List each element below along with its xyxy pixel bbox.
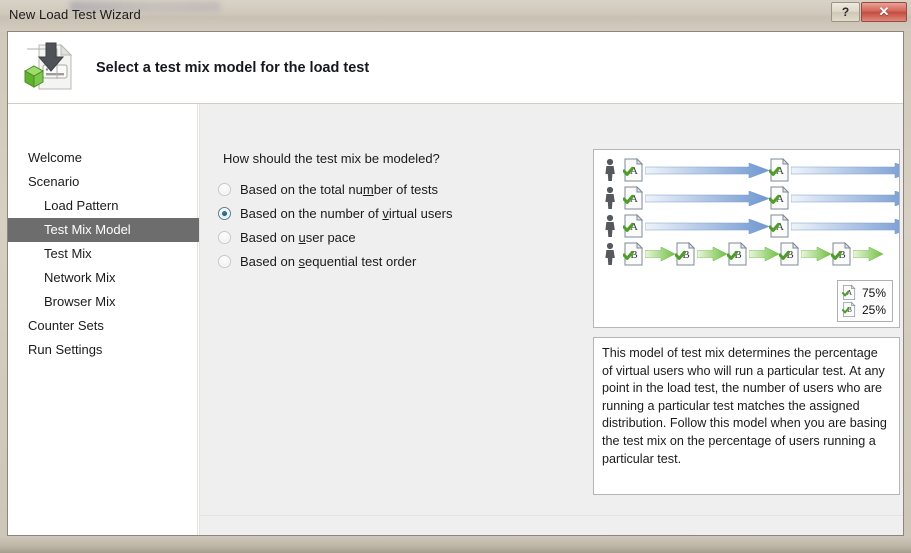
illustration-row-a-1: A A (594, 156, 899, 184)
dialog-client: Select a test mix model for the load tes… (7, 31, 904, 536)
option-label: Based on user pace (240, 229, 356, 245)
test-a-duration-arrow (790, 162, 899, 178)
option-total-number-of-tests[interactable]: Based on the total number of tests (218, 177, 588, 201)
virtual-user-icon (602, 242, 618, 266)
radio-indicator[interactable] (218, 182, 231, 196)
virtual-user-icon (602, 214, 618, 238)
test-a-document-icon: A (768, 157, 791, 183)
legend-percent-b: 25% (862, 302, 887, 317)
sidebar-item-network-mix[interactable]: Network Mix (8, 266, 197, 290)
sidebar-item-label: Test Mix Model (44, 222, 131, 237)
option-label: Based on the number of virtual users (240, 205, 453, 221)
test-b-document-icon: B (726, 241, 749, 267)
test-b-duration-arrow (748, 246, 780, 262)
test-a-document-icon: A (622, 157, 645, 183)
test-a-document-icon: A (622, 185, 645, 211)
test-a-duration-arrow (644, 218, 770, 234)
test-a-document-icon: A (841, 284, 857, 301)
sidebar-item-label: Test Mix (44, 246, 92, 261)
option-user-pace[interactable]: Based on user pace (218, 225, 588, 249)
test-b-duration-arrow (696, 246, 728, 262)
help-button[interactable]: ? (831, 2, 860, 22)
wizard-step-sidebar: Welcome Scenario Load Pattern Test Mix M… (8, 104, 205, 535)
option-number-of-virtual-users[interactable]: Based on the number of virtual users (218, 201, 588, 225)
page-title: Select a test mix model for the load tes… (96, 60, 370, 76)
test-a-duration-arrow (790, 190, 899, 206)
test-b-duration-arrow (644, 246, 676, 262)
test-mix-model-radio-group: Based on the total number of tests Based… (218, 177, 588, 273)
option-sequential-test-order[interactable]: Based on sequential test order (218, 249, 588, 273)
window-title: New Load Test Wizard (9, 7, 141, 22)
option-label: Based on the total number of tests (240, 181, 439, 197)
sidebar-item-test-mix[interactable]: Test Mix (8, 242, 197, 266)
test-b-duration-arrow (852, 246, 884, 262)
question-label: How should the test mix be modeled? (223, 151, 440, 166)
close-button[interactable]: ✕ (861, 2, 907, 22)
sidebar-item-counter-sets[interactable]: Counter Sets (8, 314, 197, 338)
radio-indicator-selected[interactable] (218, 206, 231, 220)
load-test-document-icon (19, 41, 77, 95)
test-b-duration-arrow (800, 246, 832, 262)
sidebar-item-browser-mix[interactable]: Browser Mix (8, 290, 197, 314)
sidebar-item-label: Scenario (28, 174, 80, 189)
test-b-document-icon: B (622, 241, 645, 267)
test-b-document-icon: B (841, 301, 857, 318)
wizard-banner: Select a test mix model for the load tes… (8, 32, 903, 104)
illustration-legend: A 75% B 25% (837, 280, 893, 322)
sidebar-item-label: Network Mix (44, 270, 116, 285)
radio-indicator[interactable] (218, 254, 231, 268)
title-bar: New Load Test Wizard ? ✕ (0, 0, 911, 31)
virtual-user-icon (602, 186, 618, 210)
model-description-box: This model of test mix determines the pe… (593, 337, 900, 495)
illustration-row-a-2: A A (594, 184, 899, 212)
test-b-document-icon: B (674, 241, 697, 267)
content-pane: How should the test mix be modeled? Base… (199, 104, 903, 535)
illustration-row-a-3: A A (594, 212, 899, 240)
sidebar-item-label: Run Settings (28, 342, 103, 357)
legend-row-test-a: A 75% (841, 284, 888, 301)
sidebar-list: Welcome Scenario Load Pattern Test Mix M… (8, 104, 205, 362)
test-a-duration-arrow (644, 162, 770, 178)
caption-button-group: ? ✕ (831, 2, 907, 22)
test-a-document-icon: A (768, 213, 791, 239)
sidebar-item-welcome[interactable]: Welcome (8, 146, 197, 170)
dialog-footer: < Previous Next > Finish Cancel (200, 517, 903, 535)
test-a-document-icon: A (768, 185, 791, 211)
test-b-document-icon: B (778, 241, 801, 267)
wizard-window: New Load Test Wizard ? ✕ Select a test m… (0, 0, 911, 553)
test-b-document-icon: B (830, 241, 853, 267)
sidebar-item-load-pattern[interactable]: Load Pattern (8, 194, 197, 218)
virtual-user-icon (602, 158, 618, 182)
sidebar-item-label: Counter Sets (28, 318, 104, 333)
test-a-document-icon: A (622, 213, 645, 239)
sidebar-item-run-settings[interactable]: Run Settings (8, 338, 197, 362)
illustration-row-b-1: B B B B B (594, 240, 884, 268)
sidebar-item-test-mix-model[interactable]: Test Mix Model (8, 218, 205, 242)
sidebar-item-label: Welcome (28, 150, 82, 165)
legend-percent-a: 75% (862, 285, 887, 300)
sidebar-item-scenario[interactable]: Scenario (8, 170, 197, 194)
legend-row-test-b: B 25% (841, 301, 888, 318)
model-description-text: This model of test mix determines the pe… (602, 346, 887, 466)
sidebar-item-label: Load Pattern (44, 198, 119, 213)
window-bottom-edge (0, 536, 911, 553)
test-mix-model-illustration: A A A A A A B B B B B A 75% B 25% (593, 149, 900, 328)
sidebar-item-label: Browser Mix (44, 294, 116, 309)
test-a-duration-arrow (644, 190, 770, 206)
radio-indicator[interactable] (218, 230, 231, 244)
test-a-duration-arrow (790, 218, 899, 234)
option-label: Based on sequential test order (240, 253, 417, 269)
